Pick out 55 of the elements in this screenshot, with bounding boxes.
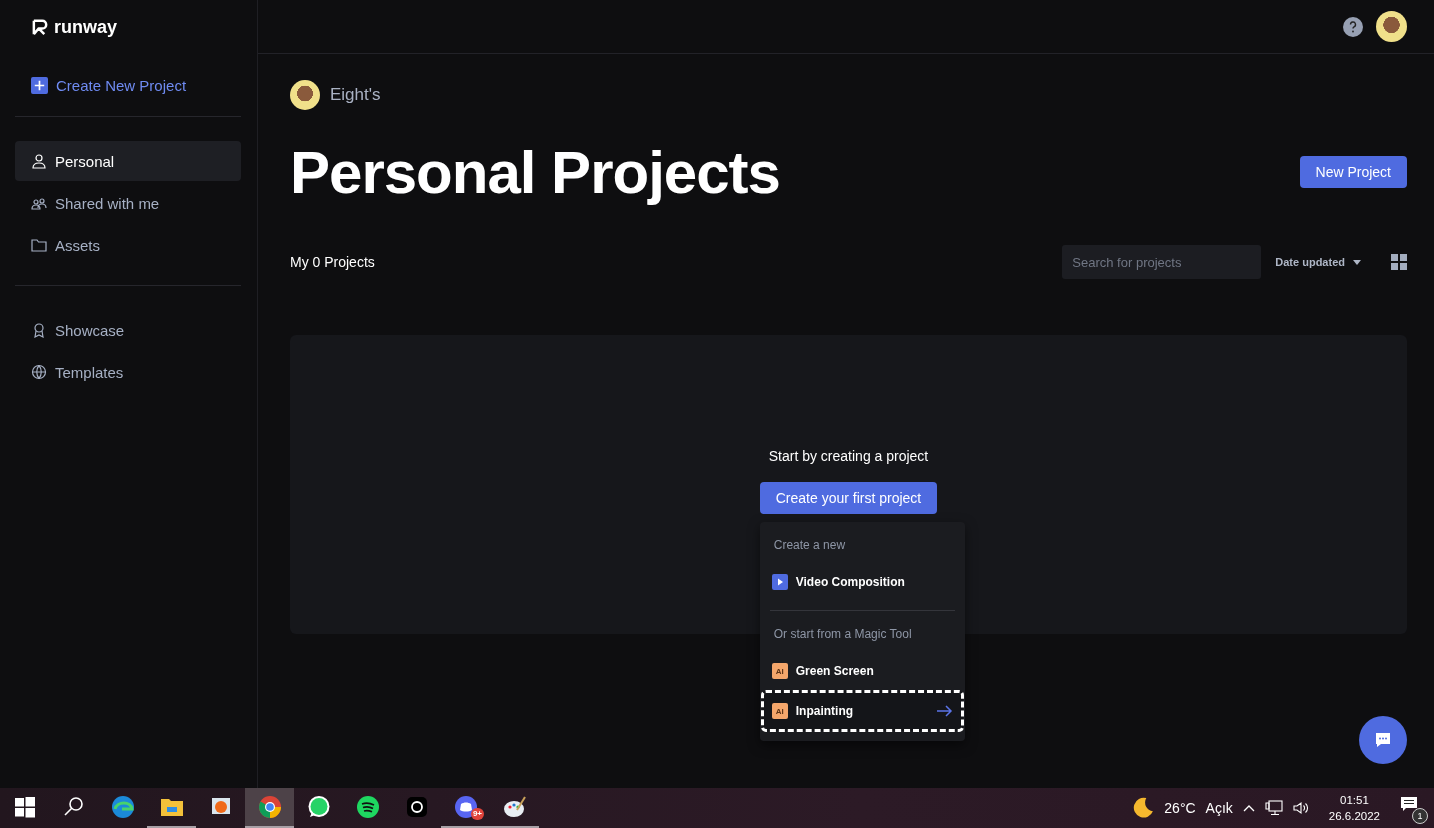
avatar: [290, 80, 320, 110]
award-icon: [31, 322, 47, 338]
plus-icon: [31, 77, 48, 94]
sidebar-item[interactable]: Assets: [15, 225, 241, 265]
play-icon: [771, 574, 788, 590]
menu-item[interactable]: AI Inpainting: [761, 691, 963, 731]
camera-icon: [404, 795, 429, 819]
sort-dropdown[interactable]: Date updated: [1275, 256, 1361, 268]
menu-heading: Or start from a Magic Tool: [772, 626, 913, 643]
workspace-name: Eight's: [330, 85, 381, 105]
message-icon: [1400, 796, 1418, 812]
menu-item[interactable]: Video Composition: [761, 562, 963, 602]
sidebar-item[interactable]: Shared with me: [15, 183, 241, 223]
grid-view-icon[interactable]: [1391, 254, 1407, 270]
clock-date: 26.6.2022: [1328, 809, 1380, 824]
logo-icon: [31, 17, 50, 37]
person-icon: [31, 153, 47, 169]
chevron-up-icon[interactable]: [1242, 804, 1255, 812]
new-project-button[interactable]: New Project: [1299, 156, 1407, 188]
create-project-link[interactable]: Create New Project: [31, 77, 187, 94]
sound-waves-icon: [355, 795, 380, 819]
swirl-icon: [110, 795, 135, 819]
circle-logo-icon: [257, 795, 282, 819]
weather-condition: Açık: [1205, 800, 1233, 816]
project-count: My 0 Projects: [290, 254, 375, 270]
sidebar-item[interactable]: Showcase: [15, 310, 241, 350]
weather-temperature: 26°C: [1164, 800, 1196, 816]
ai-badge: AI: [771, 703, 788, 719]
chat-button[interactable]: [1359, 716, 1407, 764]
notification-count: 1: [1412, 808, 1428, 824]
avatar[interactable]: [1376, 11, 1407, 42]
page-title: Personal Projects: [290, 137, 780, 207]
four-squares-icon: [12, 795, 37, 819]
globe-icon: [31, 364, 47, 380]
help-icon[interactable]: [1343, 16, 1363, 37]
chat-icon: [1373, 730, 1393, 750]
sidebar-item[interactable]: Templates: [15, 352, 241, 392]
palette-icon: [502, 795, 527, 819]
search-field[interactable]: Search for projects: [1062, 245, 1262, 279]
taskbar-app[interactable]: 9+: [441, 788, 490, 828]
ai-badge: AI: [771, 663, 788, 679]
clock-time: 01:51: [1340, 793, 1369, 808]
people-icon: [31, 195, 47, 211]
arrow-right-icon: [936, 705, 953, 717]
volume-icon[interactable]: [1292, 800, 1309, 816]
network-icon[interactable]: [1264, 800, 1283, 816]
caret-down-icon: [1353, 259, 1361, 265]
create-first-project-button[interactable]: Create your first project: [759, 482, 938, 514]
moon-icon: [1132, 797, 1155, 819]
folder-icon: [31, 237, 47, 253]
menu-heading: Create a new: [772, 537, 847, 554]
brand-name: runway: [54, 16, 118, 38]
sidebar-item[interactable]: Personal: [15, 141, 241, 181]
empty-message: Start by creating a project: [768, 448, 929, 464]
chat-bubble-icon: [306, 795, 331, 819]
